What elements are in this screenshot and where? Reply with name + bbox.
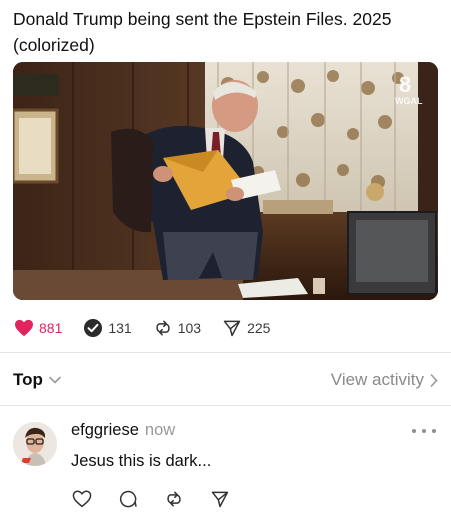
comment-text: Jesus this is dark...: [71, 452, 212, 470]
comment-actions: [71, 488, 255, 510]
reply-stat[interactable]: 131: [82, 317, 132, 339]
video-frame-image: 8 WGAL: [13, 62, 438, 300]
post-stats-bar: 881 131 103 225: [13, 316, 290, 340]
post-text: Donald Trump being sent the Epstein File…: [13, 9, 392, 55]
chevron-down-icon: [49, 376, 61, 384]
like-stat[interactable]: 881: [13, 317, 62, 339]
send-icon: [221, 317, 243, 339]
heart-filled-icon: [13, 317, 35, 339]
share-icon[interactable]: [209, 488, 231, 510]
more-options-icon[interactable]: [412, 424, 436, 438]
divider: [0, 352, 451, 353]
divider: [0, 405, 451, 406]
post-video[interactable]: 8 WGAL: [13, 62, 438, 300]
repost-count: 103: [177, 320, 202, 336]
comment-username[interactable]: efggriese: [71, 421, 139, 440]
repost-icon[interactable]: [163, 488, 185, 510]
share-count: 225: [247, 320, 271, 336]
heart-icon[interactable]: [71, 488, 93, 510]
chevron-right-icon: [430, 373, 438, 387]
view-activity-link[interactable]: View activity: [331, 370, 438, 390]
share-stat[interactable]: 225: [221, 317, 270, 339]
comment-icon[interactable]: [117, 488, 139, 510]
comment-header: efggriese now: [71, 421, 175, 440]
comment-item: efggriese now Jesus this is dark...: [13, 420, 438, 510]
comment-timestamp: now: [144, 421, 176, 439]
watermark-text: WGAL: [395, 96, 423, 106]
avatar[interactable]: [13, 422, 57, 466]
replies-sort-bar: Top View activity: [13, 366, 438, 394]
repost-icon: [152, 317, 174, 339]
sort-label: Top: [13, 370, 43, 389]
like-count: 881: [39, 320, 63, 336]
repost-stat[interactable]: 103: [152, 317, 201, 339]
sort-dropdown[interactable]: Top: [13, 370, 61, 390]
watermark-logo: 8: [399, 72, 411, 97]
comment-check-icon: [82, 317, 104, 339]
reply-count: 131: [108, 320, 132, 336]
view-activity-label: View activity: [330, 370, 424, 389]
